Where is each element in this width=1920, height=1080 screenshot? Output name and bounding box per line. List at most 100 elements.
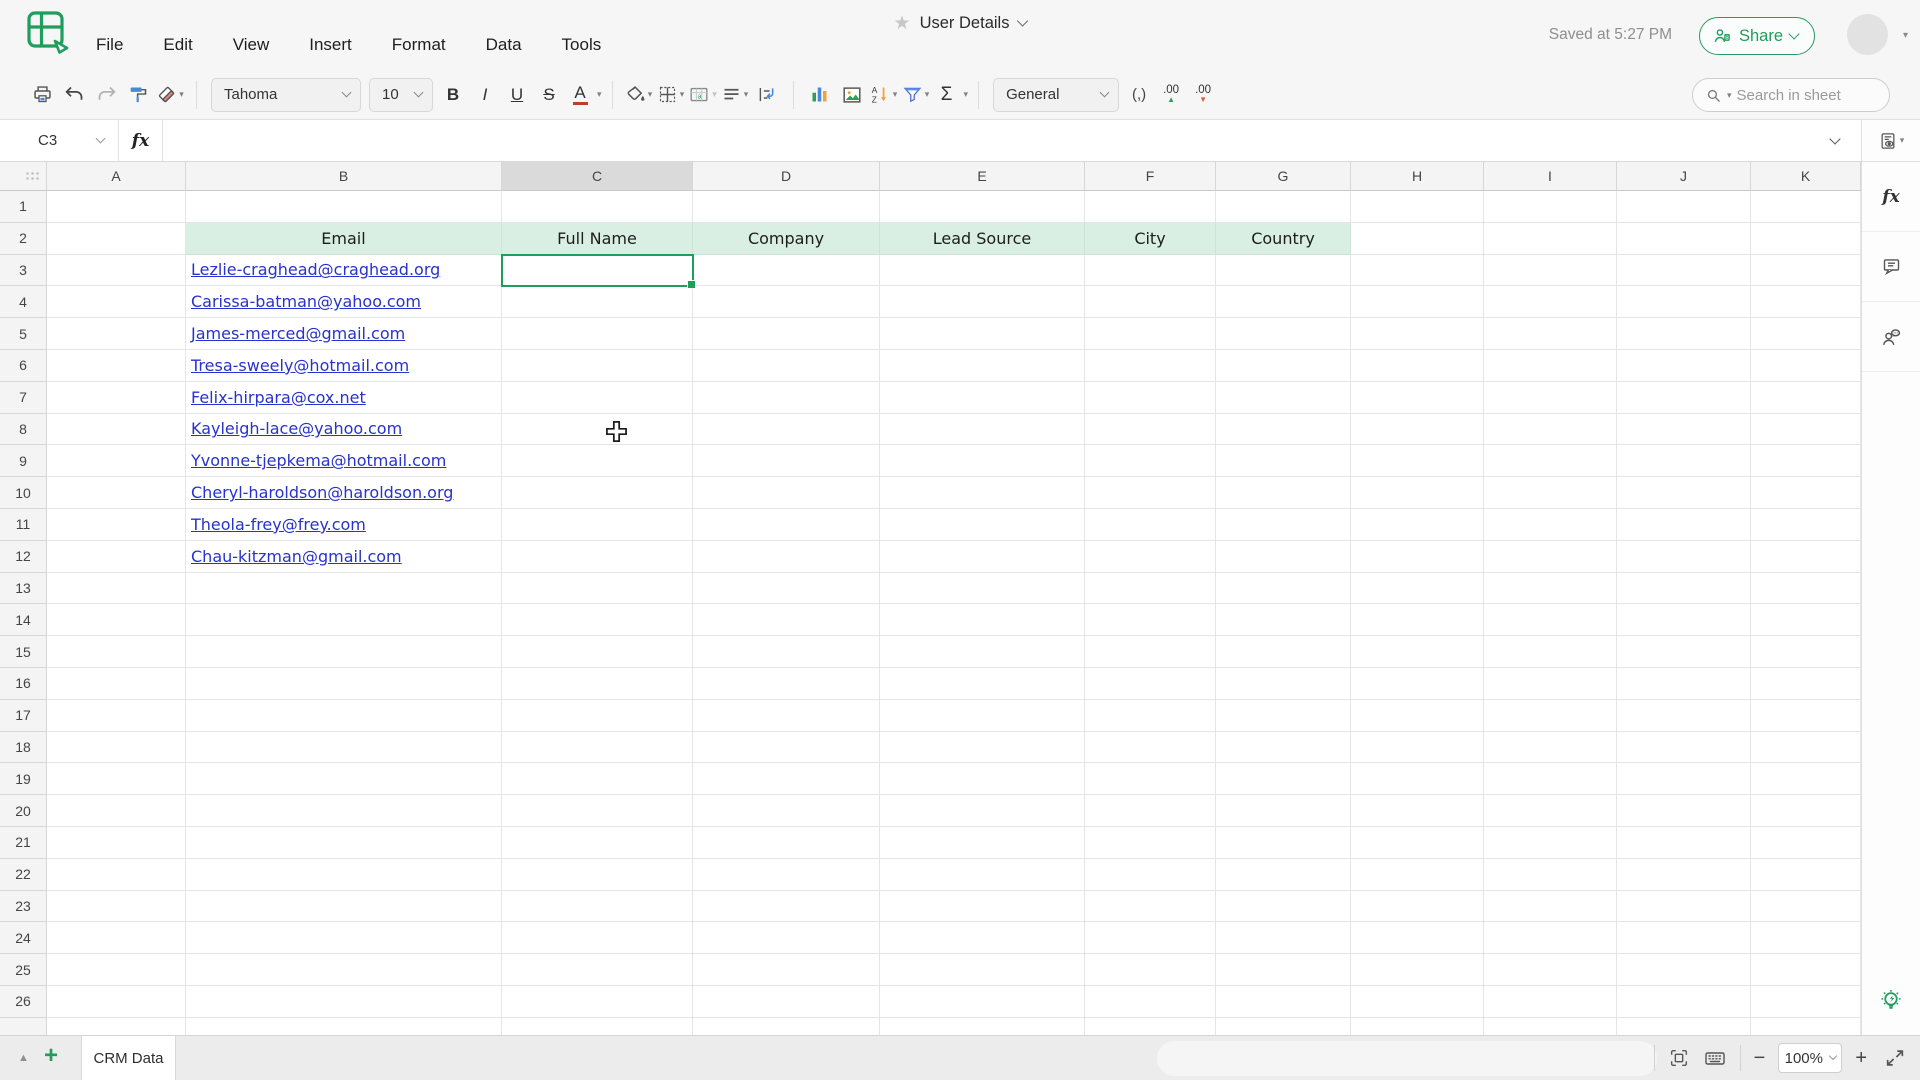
cell-F25[interactable] xyxy=(1085,954,1216,986)
cell-D18[interactable] xyxy=(693,731,880,764)
cell-D21[interactable] xyxy=(693,826,880,859)
zoom-level-select[interactable]: 100% xyxy=(1778,1043,1843,1073)
cell-J12[interactable] xyxy=(1617,540,1751,573)
cell-G27[interactable] xyxy=(1216,1017,1351,1035)
row-header-22[interactable]: 22 xyxy=(0,858,47,891)
borders-button[interactable]: ▾ xyxy=(655,78,687,112)
cell-C11[interactable] xyxy=(502,508,693,541)
row-header-12[interactable]: 12 xyxy=(0,540,47,573)
cell-B20[interactable] xyxy=(186,795,502,827)
email-link[interactable]: Chau-kitzman@gmail.com xyxy=(191,547,402,566)
cell-B13[interactable] xyxy=(186,572,502,605)
cell-E19[interactable] xyxy=(880,763,1085,796)
cell-E5[interactable] xyxy=(880,318,1085,350)
cell-K21[interactable] xyxy=(1751,826,1861,859)
cell-D5[interactable] xyxy=(693,318,880,350)
cell-F17[interactable] xyxy=(1085,699,1216,732)
cell-J3[interactable] xyxy=(1617,254,1751,287)
cell-I9[interactable] xyxy=(1484,445,1617,478)
sheet-view-dropdown-icon[interactable]: ▾ xyxy=(1900,136,1905,145)
cell-C18[interactable] xyxy=(502,731,693,764)
bold-button[interactable]: B xyxy=(437,78,469,112)
cell-D23[interactable] xyxy=(693,890,880,923)
cell-J24[interactable] xyxy=(1617,922,1751,955)
cell-B14[interactable] xyxy=(186,604,502,637)
cell-H20[interactable] xyxy=(1351,795,1484,827)
cell-G26[interactable] xyxy=(1216,985,1351,1018)
column-header-J[interactable]: J xyxy=(1617,162,1751,191)
cell-B26[interactable] xyxy=(186,985,502,1018)
horizontal-align-button[interactable]: ▾ xyxy=(719,78,751,112)
cell-E12[interactable] xyxy=(880,540,1085,573)
column-header-D[interactable]: D xyxy=(693,162,880,191)
cell-B19[interactable] xyxy=(186,763,502,796)
cell-F13[interactable] xyxy=(1085,572,1216,605)
cell-B27[interactable] xyxy=(186,1017,502,1035)
cell-A1[interactable] xyxy=(47,191,186,223)
cell-A6[interactable] xyxy=(47,349,186,382)
cell-A5[interactable] xyxy=(47,318,186,350)
cell-K14[interactable] xyxy=(1751,604,1861,637)
cell-H7[interactable] xyxy=(1351,381,1484,414)
cell-D26[interactable] xyxy=(693,985,880,1018)
cell-A10[interactable] xyxy=(47,477,186,509)
cell-H14[interactable] xyxy=(1351,604,1484,637)
cell-J22[interactable] xyxy=(1617,858,1751,891)
cell-A2[interactable] xyxy=(47,222,186,255)
row-header-15[interactable]: 15 xyxy=(0,636,47,668)
cell-C16[interactable] xyxy=(502,667,693,700)
cell-F19[interactable] xyxy=(1085,763,1216,796)
cell-G24[interactable] xyxy=(1216,922,1351,955)
font-family-select[interactable]: Tahoma xyxy=(211,77,361,112)
cell-K11[interactable] xyxy=(1751,508,1861,541)
cell-C1[interactable] xyxy=(502,191,693,223)
wrap-text-button[interactable] xyxy=(751,78,783,112)
cell-A18[interactable] xyxy=(47,731,186,764)
cell-K22[interactable] xyxy=(1751,858,1861,891)
cell-E24[interactable] xyxy=(880,922,1085,955)
cell-F24[interactable] xyxy=(1085,922,1216,955)
email-link[interactable]: Lezlie-craghead@craghead.org xyxy=(191,260,440,279)
format-painter-button[interactable] xyxy=(122,78,154,112)
cell-D4[interactable] xyxy=(693,286,880,319)
cell-G3[interactable] xyxy=(1216,254,1351,287)
cell-H13[interactable] xyxy=(1351,572,1484,605)
cell-F16[interactable] xyxy=(1085,667,1216,700)
selected-cell-outline[interactable] xyxy=(501,254,696,289)
cell-D15[interactable] xyxy=(693,636,880,668)
cell-J15[interactable] xyxy=(1617,636,1751,668)
cell-F15[interactable] xyxy=(1085,636,1216,668)
cell-G7[interactable] xyxy=(1216,381,1351,414)
row-header-11[interactable]: 11 xyxy=(0,508,47,541)
cell-F14[interactable] xyxy=(1085,604,1216,637)
app-logo-icon[interactable] xyxy=(26,10,72,60)
cell-K23[interactable] xyxy=(1751,890,1861,923)
cell-G6[interactable] xyxy=(1216,349,1351,382)
sum-button[interactable]: Σ ▾ xyxy=(932,78,968,112)
email-link[interactable]: Kayleigh-lace@yahoo.com xyxy=(191,419,402,438)
cell-J19[interactable] xyxy=(1617,763,1751,796)
filter-dropdown-icon[interactable]: ▾ xyxy=(925,90,930,99)
row-header-2[interactable]: 2 xyxy=(0,222,47,255)
cell-A26[interactable] xyxy=(47,985,186,1018)
cell-F4[interactable] xyxy=(1085,286,1216,319)
cell-G1[interactable] xyxy=(1216,191,1351,223)
cell-D20[interactable] xyxy=(693,795,880,827)
cell-K10[interactable] xyxy=(1751,477,1861,509)
strikethrough-button[interactable]: S xyxy=(533,78,565,112)
cell-B18[interactable] xyxy=(186,731,502,764)
cell-A25[interactable] xyxy=(47,954,186,986)
cell-C4[interactable] xyxy=(502,286,693,319)
email-link[interactable]: Yvonne-tjepkema@hotmail.com xyxy=(191,451,446,470)
cell-C17[interactable] xyxy=(502,699,693,732)
cell-H5[interactable] xyxy=(1351,318,1484,350)
cell-E21[interactable] xyxy=(880,826,1085,859)
cell-D19[interactable] xyxy=(693,763,880,796)
cell-B17[interactable] xyxy=(186,699,502,732)
increase-decimal-button[interactable]: .00 ▲ xyxy=(1155,78,1187,112)
cell-J25[interactable] xyxy=(1617,954,1751,986)
redo-button[interactable] xyxy=(90,78,122,112)
email-link[interactable]: Cheryl-haroldson@haroldson.org xyxy=(191,483,453,502)
cell-J14[interactable] xyxy=(1617,604,1751,637)
cell-B3[interactable]: Lezlie-craghead@craghead.org xyxy=(186,254,502,287)
